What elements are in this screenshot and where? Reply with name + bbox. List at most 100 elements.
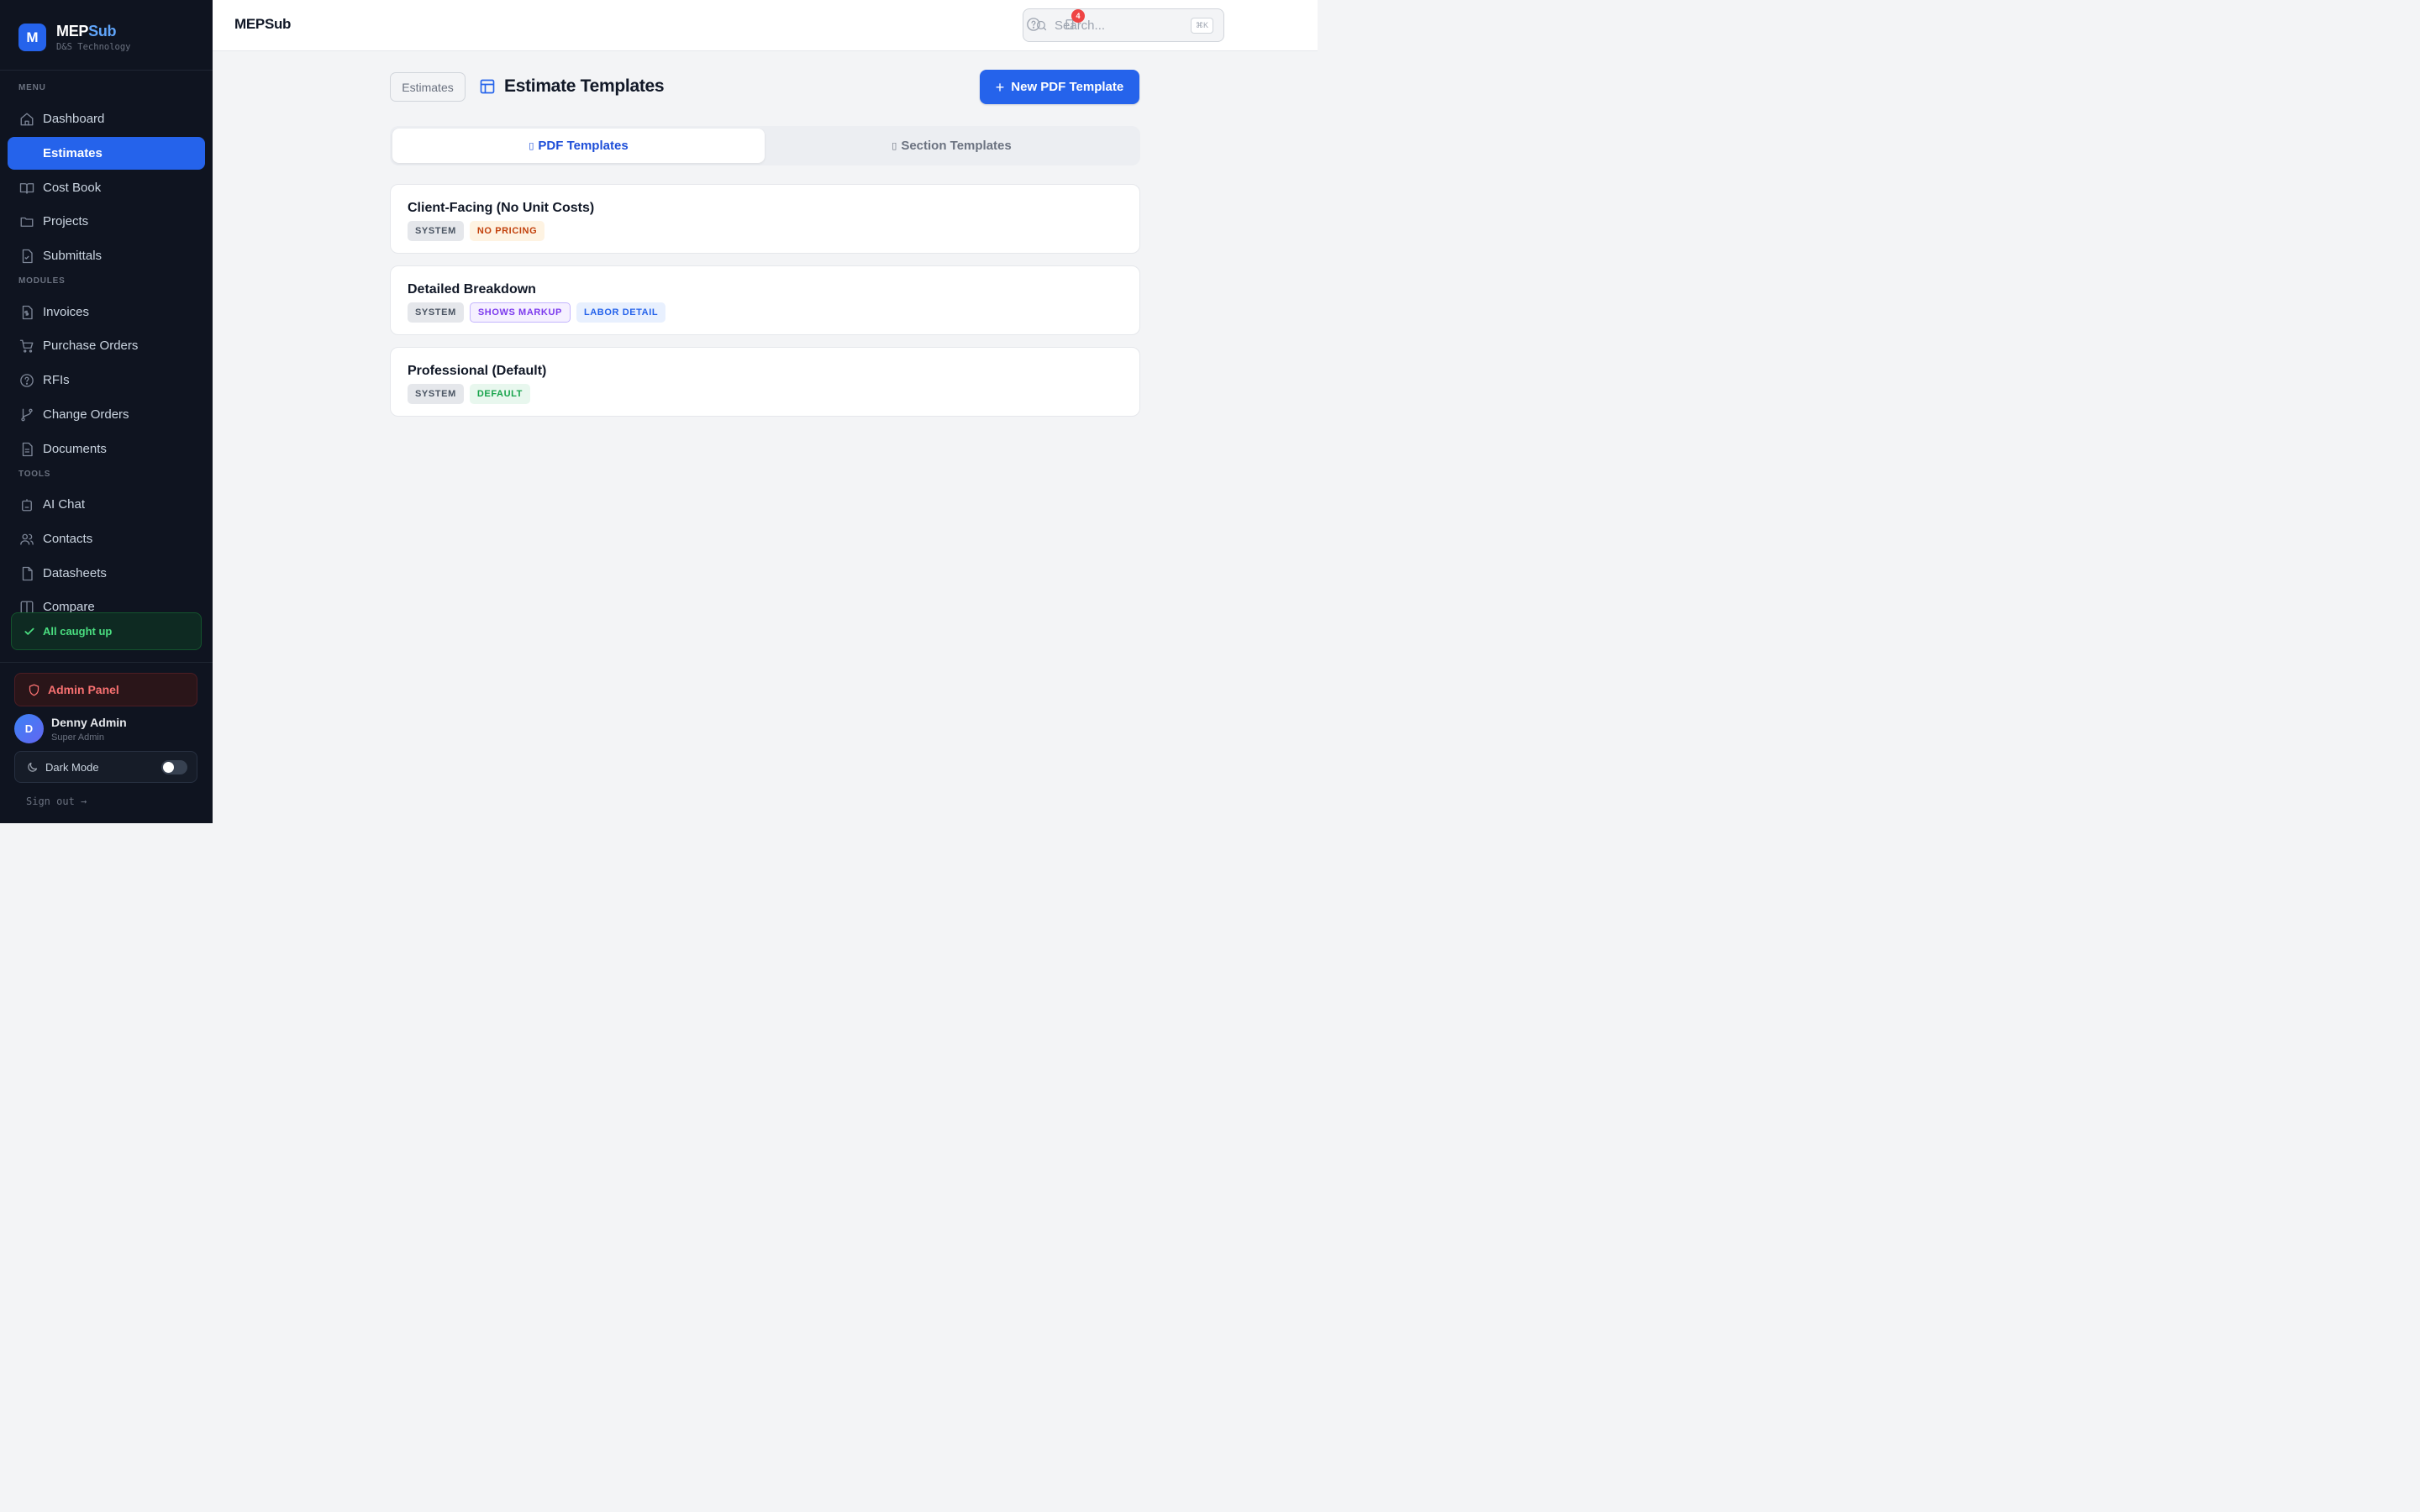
sidebar-item-submittals[interactable]: Submittals [8, 239, 205, 272]
divider [0, 70, 213, 71]
template-name: Detailed Breakdown [408, 282, 536, 297]
sidebar-item-rfis[interactable]: RFIs [8, 364, 205, 396]
topbar: MEPSub ⌘K [213, 0, 1318, 51]
file-text-icon [19, 442, 34, 457]
template-card[interactable]: Detailed Breakdown SYSTEM SHOWS MARKUP L… [390, 265, 1140, 335]
sidebar-item-compare[interactable]: Compare [8, 599, 205, 612]
divider [0, 662, 213, 663]
admin-panel-label: Admin Panel [48, 683, 119, 696]
sidebar-item-label: Cost Book [43, 181, 102, 195]
template-tabs: ▯ PDF Templates ▯ Section Templates [390, 126, 1140, 165]
sidebar-item-label: Datasheets [43, 566, 107, 580]
search-shortcut: ⌘K [1190, 18, 1213, 34]
sidebar-item-label: Documents [43, 442, 107, 456]
tab-pdf-templates[interactable]: ▯ PDF Templates [392, 129, 765, 163]
sidebar: M MEPSub D&S Technology MENU Dashboard E… [0, 0, 213, 823]
sidebar-item-label: Dashboard [43, 112, 105, 126]
check-icon [24, 627, 34, 635]
tag-system: SYSTEM [408, 384, 464, 404]
users-icon [19, 532, 34, 547]
tag-system: SYSTEM [408, 302, 464, 323]
new-pdf-template-label: New PDF Template [1011, 80, 1124, 94]
bot-icon [19, 497, 34, 512]
sidebar-item-contacts[interactable]: Contacts [8, 522, 205, 555]
tag-system: SYSTEM [408, 221, 464, 241]
sidebar-item-label: AI Chat [43, 497, 86, 512]
sidebar-item-label: Purchase Orders [43, 339, 139, 353]
brand-logo: M [18, 24, 46, 51]
sidebar-item-label: Submittals [43, 249, 103, 263]
dark-mode-label: Dark Mode [45, 760, 99, 774]
section-label-tools: TOOLS [18, 470, 51, 479]
file-dollar-icon [19, 305, 34, 320]
tab-label: PDF Templates [538, 139, 629, 153]
plus-icon: + [995, 78, 1005, 96]
sidebar-item-projects[interactable]: Projects [8, 205, 205, 238]
sidebar-item-label: Change Orders [43, 407, 129, 422]
dark-mode-row[interactable]: Dark Mode [14, 751, 197, 783]
template-icon [480, 79, 495, 94]
help-icon[interactable] [1026, 17, 1041, 32]
section-label-modules: MODULES [18, 276, 66, 286]
sign-out-link[interactable]: Sign out → [26, 795, 87, 807]
brand-subtitle: D&S Technology [56, 42, 131, 52]
cart-icon [19, 339, 34, 354]
tag-default: DEFAULT [469, 384, 530, 404]
user-role: Super Admin [51, 732, 104, 743]
file-check-icon [19, 249, 34, 264]
sidebar-item-purchase-orders[interactable]: Purchase Orders [8, 329, 205, 362]
avatar: D [14, 714, 44, 743]
columns-icon [19, 600, 34, 612]
git-branch-icon [19, 407, 34, 423]
sidebar-item-label: Projects [43, 214, 89, 228]
page-title: Estimate Templates [479, 76, 665, 97]
sidebar-item-dashboard[interactable]: Dashboard [8, 102, 205, 135]
user-profile[interactable]: D Denny Admin Super Admin [14, 714, 127, 743]
status-caught-up: All caught up [11, 612, 202, 650]
section-icon: ▯ [892, 141, 897, 151]
moon-icon [28, 762, 38, 772]
tab-label: Section Templates [901, 139, 1012, 153]
tag-labor-detail: LABOR DETAIL [576, 302, 666, 323]
sidebar-item-change-orders[interactable]: Change Orders [8, 398, 205, 431]
help-circle-icon [19, 373, 34, 388]
sidebar-item-datasheets[interactable]: Datasheets [8, 557, 205, 590]
shield-icon [29, 684, 39, 696]
brand[interactable]: M MEPSub D&S Technology [18, 23, 131, 52]
breadcrumb-estimates[interactable]: Estimates [390, 72, 466, 102]
tab-section-templates[interactable]: ▯ Section Templates [765, 129, 1138, 163]
sidebar-item-estimates[interactable]: Estimates [8, 137, 205, 170]
admin-panel-button[interactable]: Admin Panel [14, 673, 197, 706]
pdf-icon: ▯ [529, 141, 534, 151]
sidebar-item-label: RFIs [43, 373, 70, 387]
template-name: Client-Facing (No Unit Costs) [408, 201, 595, 215]
folder-icon [19, 214, 34, 229]
sidebar-item-cost-book[interactable]: Cost Book [8, 171, 205, 204]
notification-badge: 4 [1071, 9, 1085, 23]
topbar-title: MEPSub [234, 16, 292, 32]
tag-shows-markup: SHOWS MARKUP [469, 302, 571, 323]
sidebar-item-label: Contacts [43, 532, 93, 546]
status-text: All caught up [43, 625, 113, 638]
new-pdf-template-button[interactable]: + New PDF Template [980, 70, 1139, 104]
sidebar-item-documents[interactable]: Documents [8, 433, 205, 465]
dark-mode-toggle[interactable] [161, 760, 187, 774]
search-box[interactable]: ⌘K [1023, 8, 1224, 42]
tag-no-pricing: NO PRICING [469, 221, 545, 241]
file-icon [19, 566, 34, 581]
sidebar-item-ai-chat[interactable]: AI Chat [8, 488, 205, 521]
book-icon [19, 181, 34, 196]
sidebar-item-label: Compare [43, 600, 95, 612]
home-icon [19, 112, 34, 127]
sidebar-item-label: Estimates [43, 146, 103, 160]
page-title-text: Estimate Templates [504, 76, 665, 96]
sidebar-item-label: Invoices [43, 305, 90, 319]
user-name: Denny Admin [51, 715, 127, 729]
calculator-icon [19, 146, 34, 161]
template-card[interactable]: Professional (Default) SYSTEM DEFAULT [390, 347, 1140, 417]
template-card[interactable]: Client-Facing (No Unit Costs) SYSTEM NO … [390, 184, 1140, 254]
section-label-menu: MENU [18, 83, 46, 92]
template-name: Professional (Default) [408, 364, 547, 378]
sidebar-item-invoices[interactable]: Invoices [8, 296, 205, 328]
brand-name: MEPSub [56, 23, 117, 39]
